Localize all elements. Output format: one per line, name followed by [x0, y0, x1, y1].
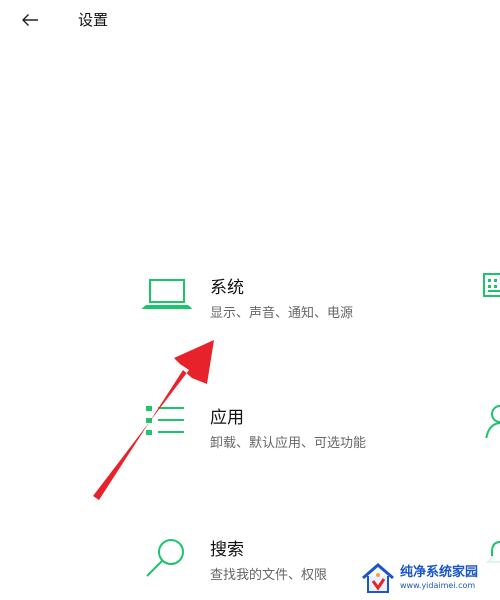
- tile-description: 卸载、默认应用、可选功能: [210, 436, 367, 451]
- page-title: 设置: [78, 11, 109, 29]
- settings-tile-apps[interactable]: 应用 卸载、默认应用、可选功能: [140, 406, 470, 476]
- back-button[interactable]: [14, 6, 46, 34]
- apps-list-icon: [146, 406, 184, 435]
- person-icon[interactable]: [478, 404, 500, 438]
- arrow-left-icon: [22, 14, 38, 26]
- tile-title: 系统: [210, 278, 244, 298]
- laptop-icon: [141, 279, 193, 309]
- watermark-name: 纯净系统家园: [400, 565, 479, 580]
- settings-window: 设置 系统 显示、声音、通知、电源 应用 卸载、默认应用、可选功能 搜索 查找我…: [0, 0, 500, 600]
- watermark: 纯净系统家园 www.yidaimei.com: [360, 556, 500, 600]
- search-icon: [146, 539, 184, 577]
- keyboard-icon[interactable]: [478, 272, 500, 306]
- house-logo-icon: [362, 563, 394, 593]
- tile-title: 搜索: [210, 540, 244, 560]
- tile-description: 查找我的文件、权限: [210, 568, 328, 583]
- tile-description: 显示、声音、通知、电源: [210, 306, 354, 321]
- settings-tile-system[interactable]: 系统 显示、声音、通知、电源: [140, 276, 470, 346]
- tile-title: 应用: [210, 408, 244, 428]
- watermark-url: www.yidaimei.com: [400, 581, 476, 590]
